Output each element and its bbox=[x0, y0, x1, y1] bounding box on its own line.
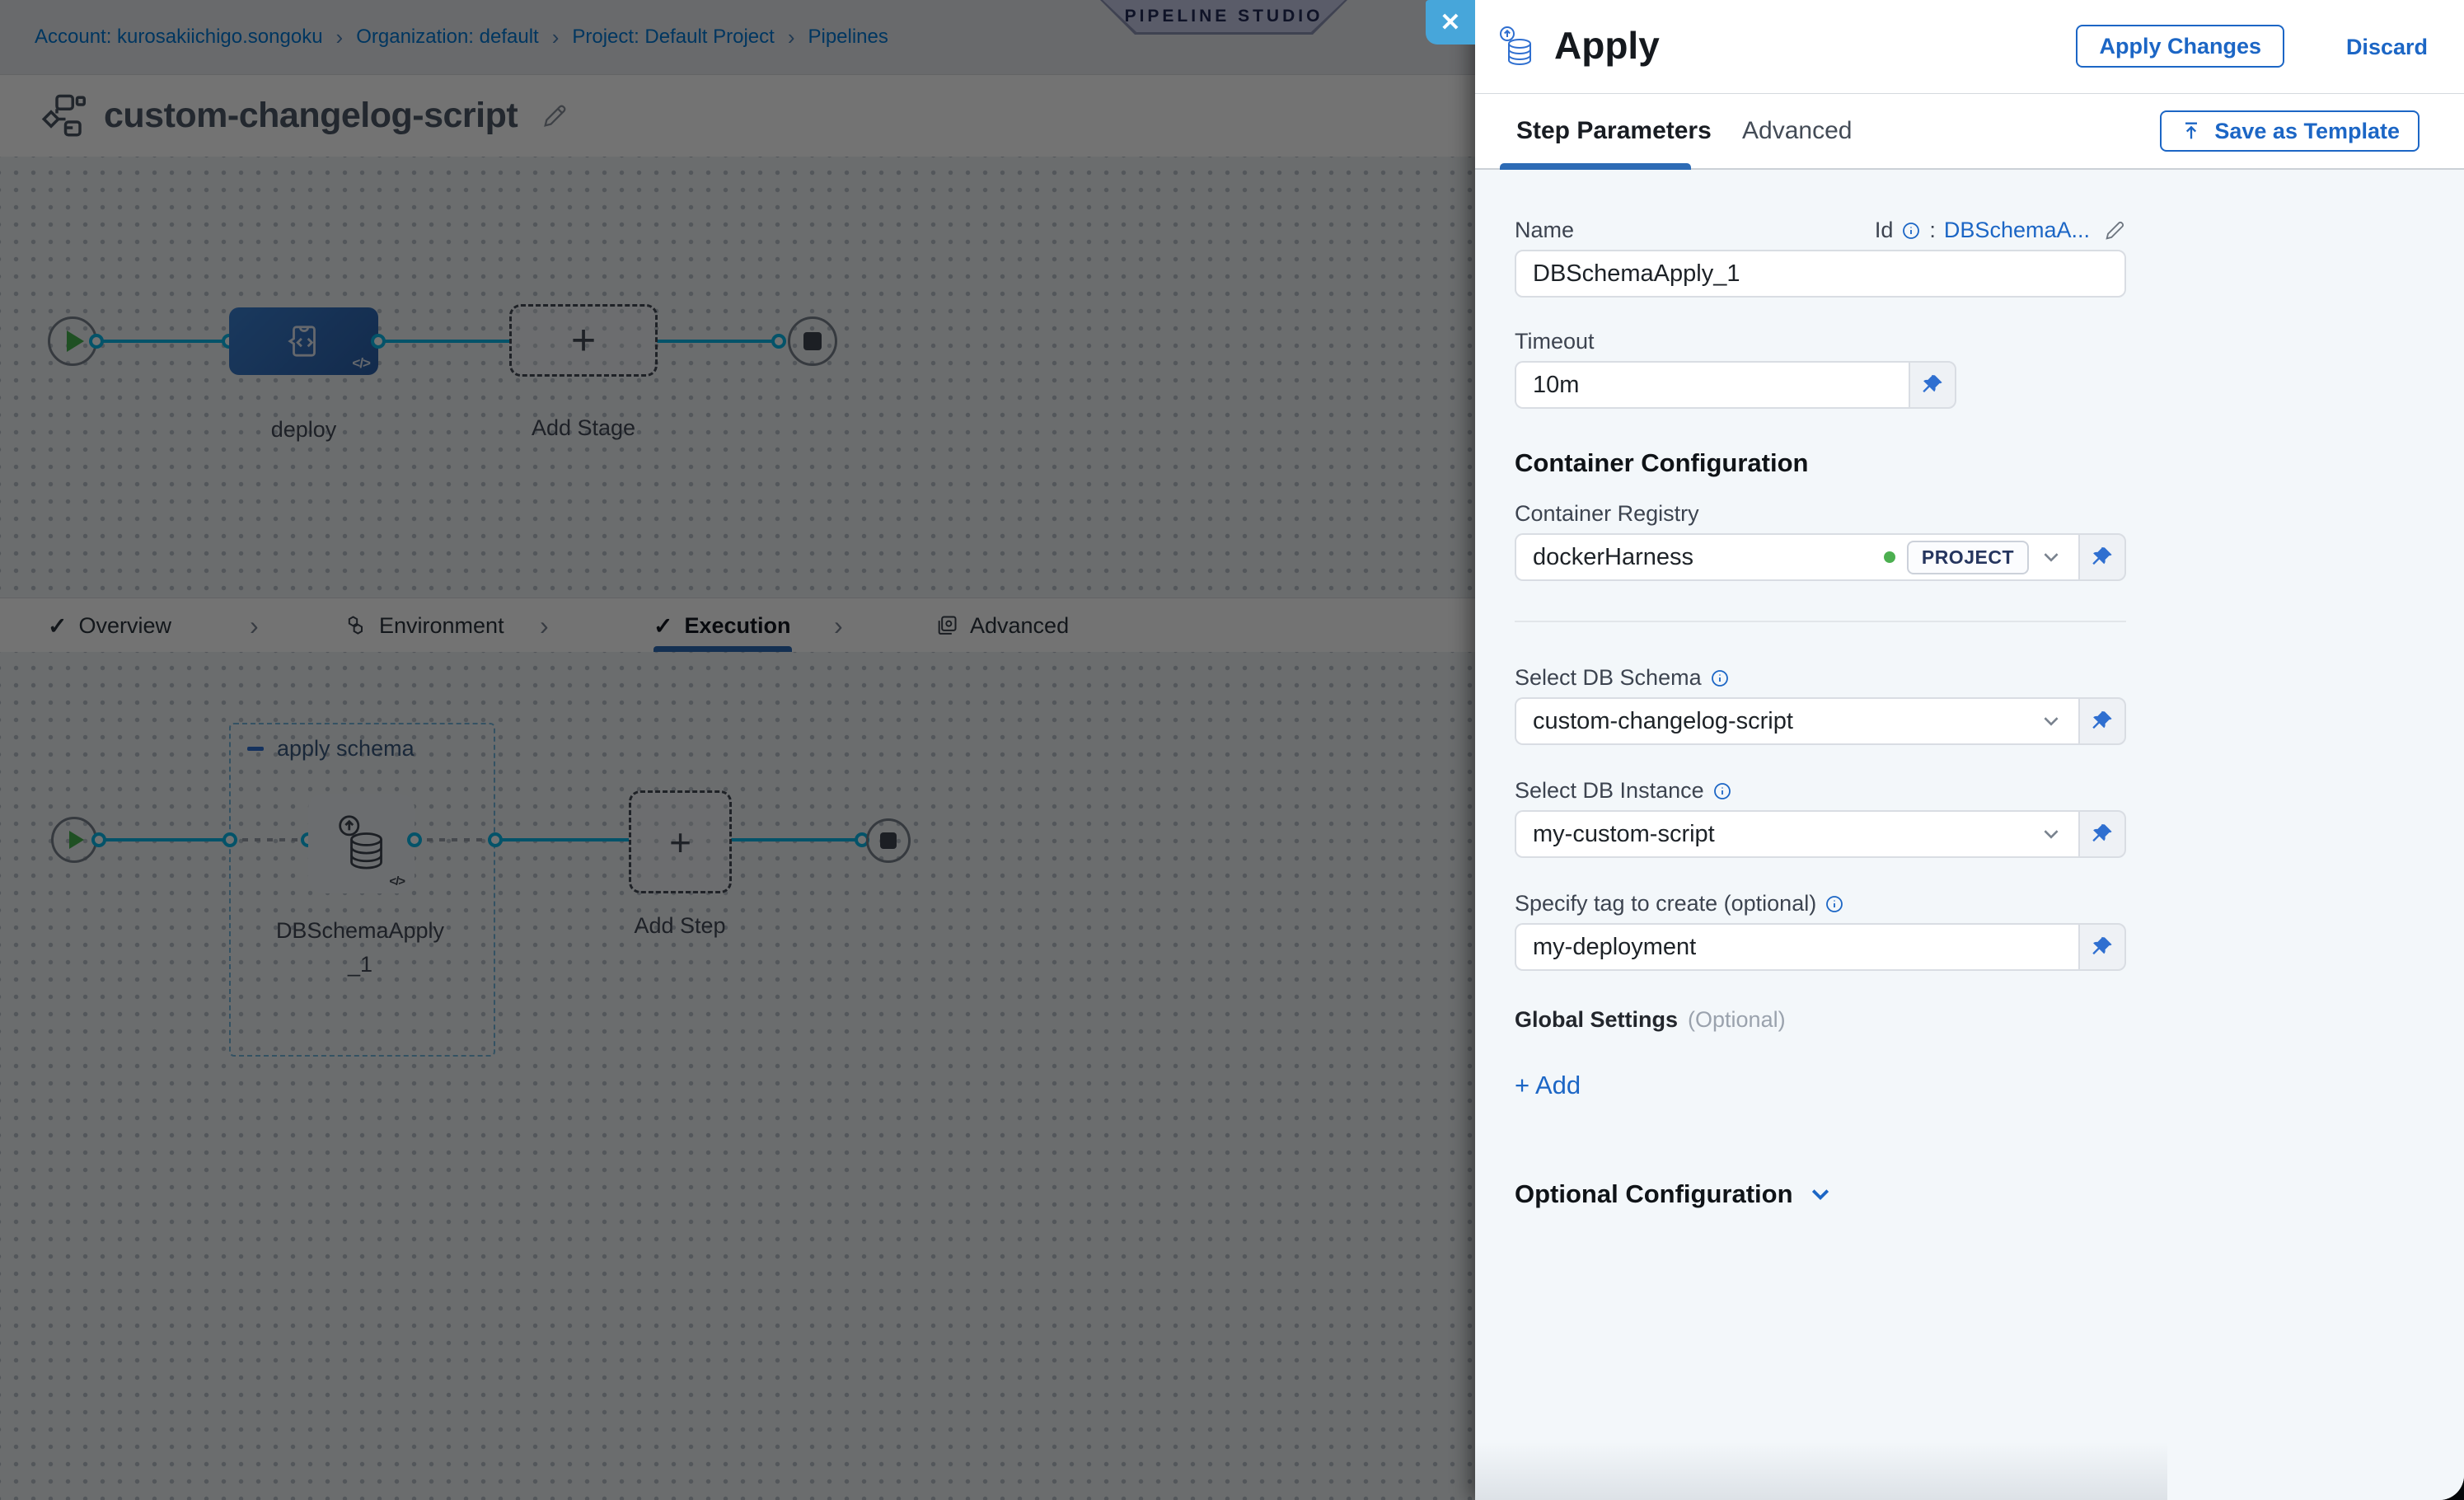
tab-step-parameters[interactable]: Step Parameters bbox=[1516, 117, 1712, 145]
section-divider bbox=[1515, 621, 2126, 622]
info-icon[interactable] bbox=[1825, 894, 1844, 914]
db-schema-select[interactable]: custom-changelog-script bbox=[1515, 697, 2078, 745]
select-db-schema-label: Select DB Schema bbox=[1515, 665, 2464, 691]
add-global-setting-link[interactable]: + Add bbox=[1515, 1071, 1581, 1100]
discard-button[interactable]: Discard bbox=[2346, 35, 2428, 60]
pin-icon bbox=[2091, 935, 2114, 959]
chevron-down-icon[interactable] bbox=[2040, 823, 2062, 845]
tag-pin-button[interactable] bbox=[2078, 923, 2126, 971]
id-label: Id bbox=[1875, 218, 1894, 243]
chevron-down-icon bbox=[1808, 1182, 1833, 1207]
db-instance-value: my-custom-script bbox=[1533, 821, 1715, 848]
db-apply-icon bbox=[1498, 23, 1534, 71]
timeout-label: Timeout bbox=[1515, 329, 2464, 354]
optional-configuration-toggle[interactable]: Optional Configuration bbox=[1515, 1179, 2464, 1209]
select-db-instance-label: Select DB Instance bbox=[1515, 778, 2464, 804]
db-schema-value: custom-changelog-script bbox=[1533, 708, 1793, 735]
step-parameters-form: Name Id : DBSchemaA... Timeout bbox=[1475, 170, 2464, 1500]
id-value[interactable]: DBSchemaA... bbox=[1944, 218, 2090, 243]
save-as-template-button[interactable]: Save as Template bbox=[2160, 110, 2419, 152]
info-icon[interactable] bbox=[1710, 668, 1730, 688]
pin-icon bbox=[2091, 823, 2114, 846]
registry-pin-button[interactable] bbox=[2078, 533, 2126, 581]
active-tab-underline bbox=[1500, 163, 1691, 170]
id-colon: : bbox=[1929, 218, 1936, 243]
scope-badge: PROJECT bbox=[1907, 541, 2029, 574]
pin-icon bbox=[2091, 546, 2114, 569]
apply-changes-button[interactable]: Apply Changes bbox=[2076, 25, 2284, 68]
timeout-pin-button[interactable] bbox=[1909, 361, 1956, 409]
modal-dim-overlay[interactable] bbox=[0, 0, 1475, 1500]
name-input[interactable] bbox=[1533, 260, 2108, 288]
edit-id-icon[interactable] bbox=[2103, 219, 2126, 242]
pipeline-editor-region: Account: kurosakiichigo.songoku › Organi… bbox=[0, 0, 1475, 1500]
optional-configuration-label: Optional Configuration bbox=[1515, 1179, 1793, 1209]
pin-icon bbox=[2091, 710, 2114, 733]
pin-icon bbox=[1921, 373, 1944, 396]
pipeline-studio-screen: Account: kurosakiichigo.songoku › Organi… bbox=[0, 0, 2464, 1500]
tag-to-create-label: Specify tag to create (optional) bbox=[1515, 891, 2464, 916]
drawer-tab-bar: Step Parameters Advanced Save as Templat… bbox=[1475, 94, 2464, 170]
container-registry-value: dockerHarness bbox=[1533, 544, 1693, 571]
upload-icon bbox=[2180, 120, 2203, 143]
timeout-input[interactable] bbox=[1533, 372, 1892, 399]
close-icon: ✕ bbox=[1440, 8, 1460, 37]
db-instance-select[interactable]: my-custom-script bbox=[1515, 810, 2078, 858]
tab-advanced-drawer[interactable]: Advanced bbox=[1742, 117, 1852, 145]
drawer-title: Apply bbox=[1554, 23, 1660, 68]
save-as-template-label: Save as Template bbox=[2214, 119, 2400, 144]
chevron-down-icon[interactable] bbox=[2040, 546, 2062, 568]
container-configuration-heading: Container Configuration bbox=[1515, 448, 2464, 478]
info-icon[interactable] bbox=[1712, 781, 1732, 801]
info-icon[interactable] bbox=[1901, 221, 1921, 241]
db-schema-pin-button[interactable] bbox=[2078, 697, 2126, 745]
container-registry-label: Container Registry bbox=[1515, 501, 2464, 527]
close-drawer-button[interactable]: ✕ bbox=[1426, 0, 1475, 45]
tag-input[interactable] bbox=[1533, 934, 2062, 961]
drawer-header: Apply Apply Changes Discard bbox=[1475, 0, 2464, 94]
connector-status-dot bbox=[1884, 551, 1895, 563]
step-config-drawer: ✕ Apply Apply Changes Discard Step Param… bbox=[1475, 0, 2464, 1500]
global-settings-label: Global Settings (Optional) bbox=[1515, 1007, 2464, 1033]
name-label: Name bbox=[1515, 218, 1574, 243]
db-instance-pin-button[interactable] bbox=[2078, 810, 2126, 858]
chevron-down-icon[interactable] bbox=[2040, 710, 2062, 732]
optional-hint: (Optional) bbox=[1688, 1007, 1786, 1033]
container-registry-select[interactable]: dockerHarness PROJECT bbox=[1515, 533, 2078, 581]
